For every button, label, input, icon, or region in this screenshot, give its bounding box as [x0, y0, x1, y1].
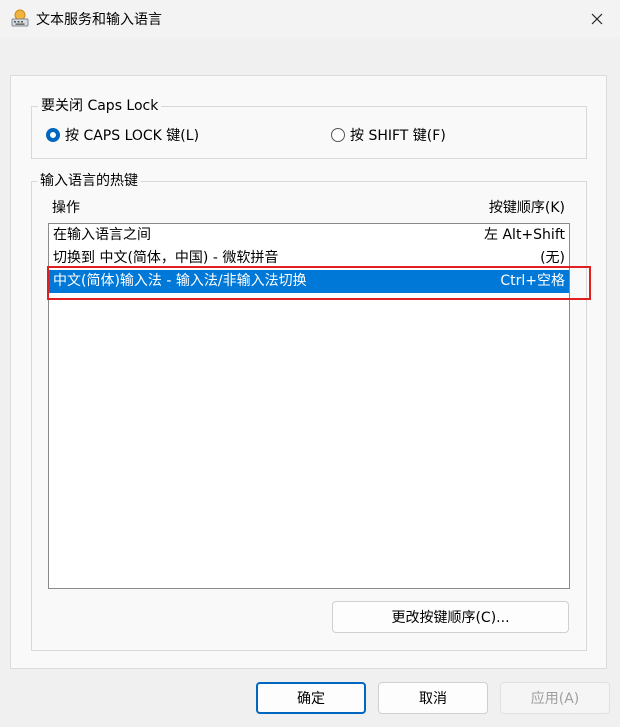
row-keys: Ctrl+空格	[500, 273, 565, 289]
list-item-selected[interactable]: 中文(简体)输入法 - 输入法/非输入法切换 Ctrl+空格	[49, 270, 569, 293]
ok-button[interactable]: 确定	[256, 682, 366, 714]
close-button[interactable]	[574, 0, 620, 38]
close-icon	[591, 13, 603, 25]
column-header-keys: 按键顺序(K)	[488, 200, 565, 216]
radio-caps-lock-key[interactable]: 按 CAPS LOCK 键(L)	[46, 125, 199, 145]
keyboard-globe-icon	[11, 9, 29, 27]
hotkeys-group-caption: 输入语言的热键	[37, 172, 141, 190]
radio-checked-icon	[46, 128, 60, 142]
apply-button[interactable]: 应用(A)	[500, 682, 610, 714]
hotkeys-list[interactable]: 在输入语言之间 左 Alt+Shift 切换到 中文(简体，中国) - 微软拼音…	[48, 223, 570, 589]
radio-caps-lock-label: 按 CAPS LOCK 键(L)	[65, 128, 200, 144]
radio-shift-key[interactable]: 按 SHIFT 键(F)	[331, 125, 446, 145]
caps-lock-group: 要关闭 Caps Lock 按 CAPS LOCK 键(L) 按 SHIFT 键…	[31, 97, 587, 159]
list-item[interactable]: 切换到 中文(简体，中国) - 微软拼音 (无)	[49, 247, 569, 270]
title-bar: 文本服务和输入语言	[0, 0, 620, 38]
row-action: 切换到 中文(简体，中国) - 微软拼音	[53, 250, 279, 266]
cancel-button[interactable]: 取消	[378, 682, 488, 714]
column-header-action: 操作	[52, 200, 80, 216]
row-keys: 左 Alt+Shift	[484, 227, 565, 243]
row-keys: (无)	[540, 250, 565, 266]
row-action: 在输入语言之间	[53, 227, 151, 243]
caps-lock-group-caption: 要关闭 Caps Lock	[38, 97, 162, 115]
radio-shift-label: 按 SHIFT 键(F)	[350, 128, 446, 144]
change-key-sequence-button[interactable]: 更改按键顺序(C)...	[332, 601, 569, 633]
row-action: 中文(简体)输入法 - 输入法/非输入法切换	[53, 273, 307, 289]
content-panel: 要关闭 Caps Lock 按 CAPS LOCK 键(L) 按 SHIFT 键…	[10, 75, 607, 669]
window-title: 文本服务和输入语言	[36, 12, 162, 28]
list-item[interactable]: 在输入语言之间 左 Alt+Shift	[49, 224, 569, 247]
radio-unchecked-icon	[331, 128, 345, 142]
